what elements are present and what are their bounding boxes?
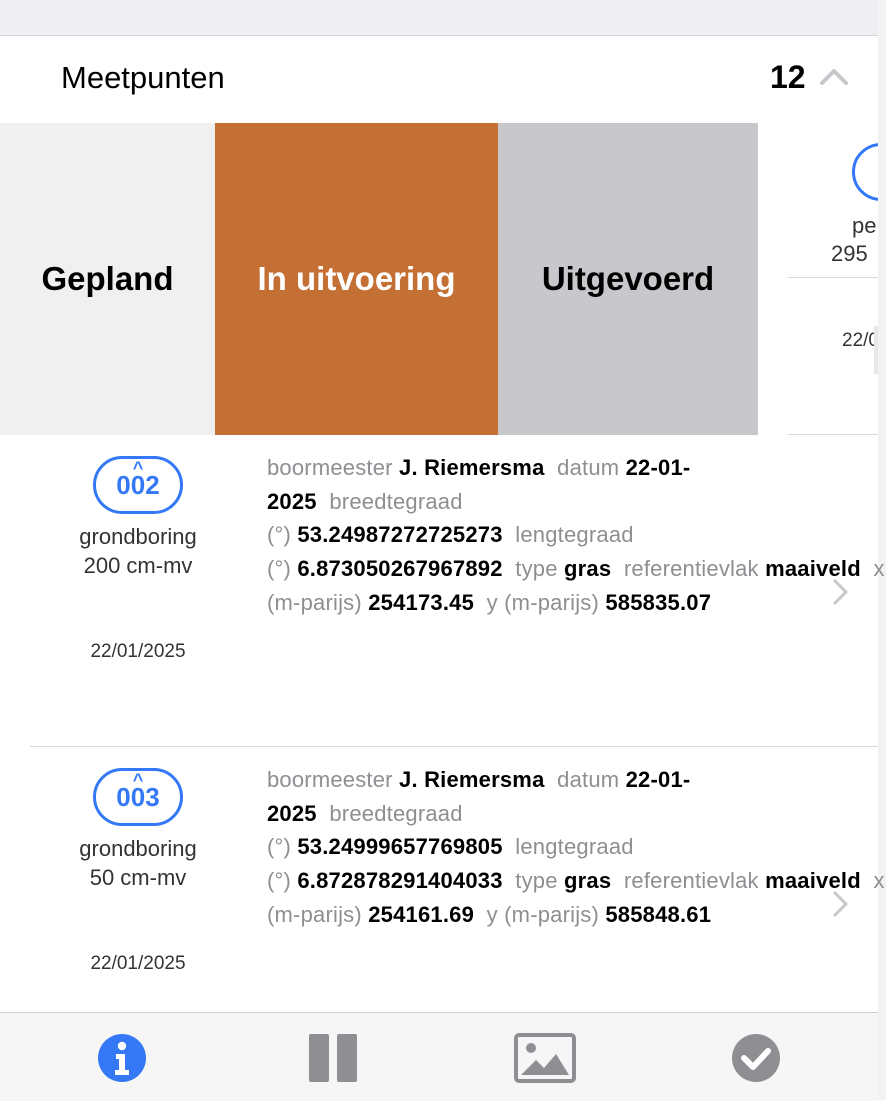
detail-label: y (m-parijs) [486, 589, 600, 615]
detail-label: type [515, 868, 558, 894]
caret-icon: ^ [132, 770, 144, 790]
peek-type: pe [852, 213, 877, 238]
info-icon [98, 1034, 146, 1082]
tab-image[interactable] [514, 1033, 576, 1083]
boring-depth: 200 cm-mv [83, 553, 193, 578]
caret-icon: ^ [132, 458, 144, 478]
boring-date: 22/01/2025 [90, 641, 186, 662]
peek-date: 22/0 [842, 330, 878, 351]
point-badge: ^ 002 [93, 456, 183, 514]
detail-label: type [515, 556, 558, 582]
peek-divider [788, 277, 878, 278]
section-title: Meetpunten [61, 60, 225, 95]
chevron-right-icon[interactable] [830, 889, 850, 919]
chevron-up-icon[interactable] [818, 64, 850, 88]
list-item[interactable]: ^ 003 grondboring 50 cm-mv 22/01/2025 bo… [0, 748, 884, 1012]
tab-complete[interactable] [731, 1033, 781, 1083]
tab-columns[interactable] [308, 1033, 358, 1083]
swipe-action-in-progress[interactable]: In uitvoering [215, 123, 498, 435]
peek-depth: 295 [831, 241, 868, 266]
swipe-done-label: Uitgevoerd [541, 260, 715, 297]
adjacent-panel-edge [878, 0, 886, 1100]
list-item[interactable]: ^ 002 grondboring 200 cm-mv 22/01/2025 b… [0, 436, 884, 746]
detail-label: datum [557, 767, 620, 792]
detail-value: gras [563, 868, 612, 894]
boring-depth: 50 cm-mv [89, 865, 187, 890]
detail-label: y (m-parijs) [486, 901, 600, 927]
detail-label: datum [557, 455, 620, 480]
row-divider [788, 434, 878, 435]
details-text: boormeester J. Riemersma datum 22-01-202… [267, 451, 884, 620]
peek-badge [852, 143, 878, 201]
detail-value: 254161.69 [368, 901, 474, 927]
item-count: 12 [770, 59, 806, 95]
point-badge: ^ 003 [93, 768, 183, 826]
detail-label: referentievlak [623, 868, 759, 894]
swipe-in-progress-label: In uitvoering [257, 260, 456, 297]
boring-type: grondboring [79, 524, 197, 549]
detail-value: J. Riemersma [399, 455, 545, 480]
row-peek[interactable]: pe 295 22/0 [788, 123, 878, 435]
peek-scrollbar [874, 326, 878, 374]
detail-value: J. Riemersma [399, 767, 545, 792]
detail-value: 6.872878291404033 [297, 868, 503, 894]
detail-label: boormeester [267, 455, 393, 480]
top-bar [0, 0, 878, 36]
detail-value: 254173.45 [368, 589, 474, 615]
swipe-action-planned[interactable]: Gepland [0, 123, 215, 435]
tab-info[interactable] [97, 1033, 147, 1083]
detail-value: gras [563, 556, 612, 582]
detail-label: referentievlak [623, 556, 759, 582]
detail-value: 585848.61 [605, 901, 712, 927]
detail-value: 6.873050267967892 [297, 556, 503, 582]
detail-value: 53.24999657769805 [297, 834, 503, 860]
swipe-planned-label: Gepland [41, 260, 174, 297]
swipe-action-done[interactable]: Uitgevoerd [498, 123, 758, 435]
boring-type: grondboring [79, 836, 197, 861]
tab-bar [0, 1012, 878, 1101]
boring-date: 22/01/2025 [90, 953, 186, 974]
details-text: boormeester J. Riemersma datum 22-01-202… [267, 763, 884, 932]
checkmark-icon [732, 1034, 780, 1082]
columns-icon [309, 1034, 357, 1082]
chevron-right-icon[interactable] [830, 577, 850, 607]
detail-value: 585835.07 [605, 589, 712, 615]
detail-value: 53.24987272725273 [297, 522, 503, 548]
row-divider [30, 746, 878, 747]
image-icon [514, 1033, 576, 1083]
detail-label: boormeester [267, 767, 393, 792]
